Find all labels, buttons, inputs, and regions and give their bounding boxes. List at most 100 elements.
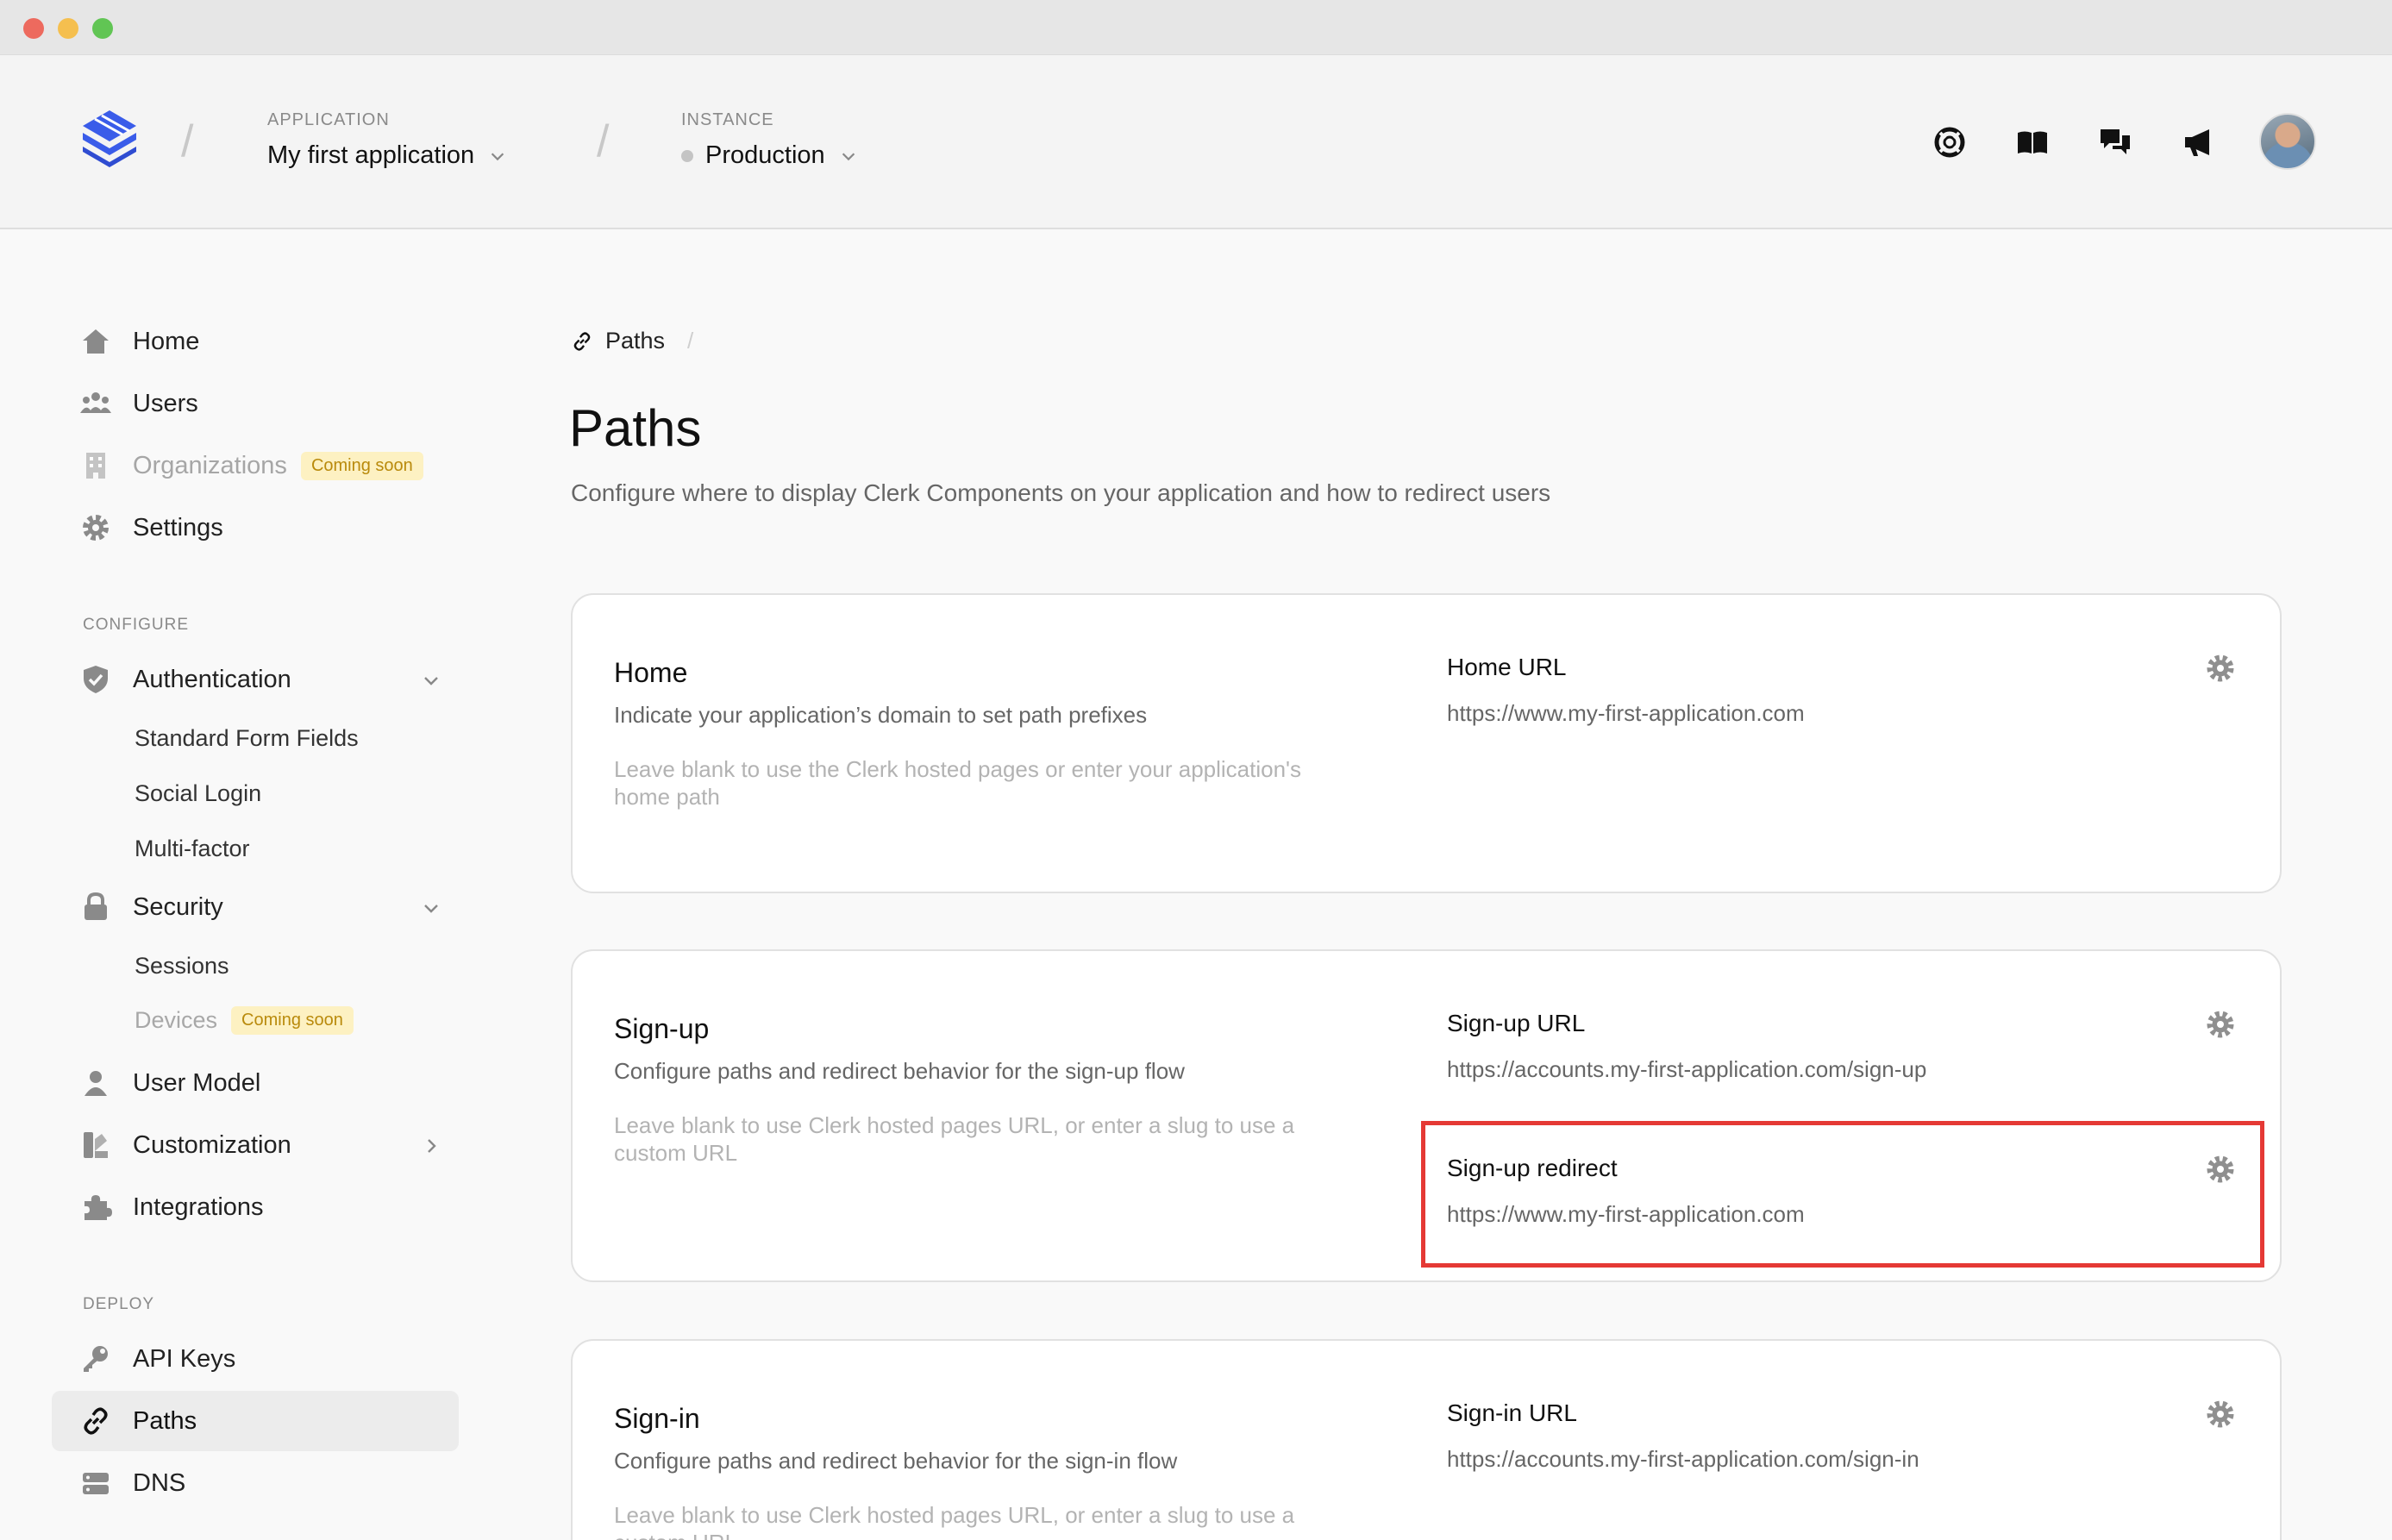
chat-bubbles-icon[interactable] <box>2097 124 2133 160</box>
puzzle-icon <box>79 1191 112 1224</box>
user-icon <box>79 1067 112 1099</box>
sidebar-item-home[interactable]: Home <box>52 311 459 372</box>
breadcrumb-separator: / <box>687 328 694 354</box>
key-icon <box>79 1343 112 1375</box>
sign-in-url-label: Sign-in URL <box>1447 1399 1577 1426</box>
sign-up-paths-card: Sign-up Configure paths and redirect beh… <box>571 949 2282 1282</box>
application-switcher[interactable]: APPLICATION My first application <box>267 110 507 170</box>
server-icon <box>79 1467 112 1499</box>
chevron-down-icon <box>424 905 438 913</box>
close-window-button[interactable] <box>23 18 44 39</box>
users-icon <box>79 387 112 420</box>
clerk-logo-icon[interactable] <box>79 107 140 167</box>
application-kicker: APPLICATION <box>267 110 390 129</box>
header-separator: / <box>181 116 194 166</box>
instance-switcher[interactable]: INSTANCE Production <box>681 110 858 170</box>
sidebar-item-label: Paths <box>133 1406 197 1435</box>
sidebar-subitem-standard-form-fields[interactable]: Standard Form Fields <box>135 725 359 752</box>
application-name: My first application <box>267 141 475 169</box>
sidebar-item-label: Integrations <box>133 1193 264 1221</box>
sidebar-item-organizations: Organizations Coming soon <box>52 435 459 496</box>
building-icon <box>79 449 112 482</box>
card-description: Indicate your application’s domain to se… <box>614 702 1148 728</box>
sidebar-item-label: DNS <box>133 1468 186 1497</box>
sign-up-url-label: Sign-up URL <box>1447 1010 1586 1036</box>
sidebar-item-label: Organizations <box>133 451 287 479</box>
chevron-right-icon <box>428 1139 436 1153</box>
sidebar-subitem-multi-factor[interactable]: Multi-factor <box>135 836 250 862</box>
maximize-window-button[interactable] <box>92 18 113 39</box>
breadcrumb-item-paths[interactable]: Paths <box>605 328 665 354</box>
card-hint: Leave blank to use Clerk hosted pages UR… <box>614 1502 1295 1540</box>
sidebar-item-label: Home <box>133 327 200 355</box>
home-url-label: Home URL <box>1447 654 1567 680</box>
breadcrumb: Paths / <box>571 328 693 354</box>
chevron-down-icon <box>491 152 504 160</box>
link-icon <box>573 331 591 351</box>
link-icon <box>79 1405 112 1437</box>
sidebar-subitem-devices: Devices Coming soon <box>135 1006 354 1035</box>
instance-status-dot <box>681 149 693 162</box>
sign-up-redirect-settings-gear-icon[interactable] <box>2206 1155 2235 1184</box>
sign-in-url-settings-gear-icon[interactable] <box>2206 1399 2235 1429</box>
card-title: Sign-in <box>614 1403 700 1434</box>
card-hint: Leave blank to use the Clerk hosted page… <box>614 756 1302 810</box>
shield-check-icon <box>79 663 112 696</box>
card-description: Configure paths and redirect behavior fo… <box>614 1448 1178 1474</box>
minimize-window-button[interactable] <box>58 18 78 39</box>
card-description: Configure paths and redirect behavior fo… <box>614 1058 1185 1084</box>
sidebar-item-paths[interactable]: Paths <box>52 1391 459 1451</box>
help-lifebuoy-icon[interactable] <box>1932 124 1968 160</box>
sidebar-item-settings[interactable]: Settings <box>52 498 459 558</box>
sidebar-item-customization[interactable]: Customization <box>52 1115 459 1175</box>
home-icon <box>79 325 112 358</box>
home-url-settings-gear-icon[interactable] <box>2206 654 2235 683</box>
deploy-section-label: DEPLOY <box>83 1295 155 1313</box>
sidebar-item-label: User Model <box>133 1068 261 1097</box>
sign-up-redirect-value: https://www.my-first-application.com <box>1447 1201 1805 1227</box>
sidebar-item-label: Users <box>133 389 198 417</box>
card-title: Home <box>614 657 688 688</box>
megaphone-icon[interactable] <box>2180 124 2216 160</box>
sign-in-paths-card: Sign-in Configure paths and redirect beh… <box>571 1339 2282 1540</box>
sidebar-item-user-model[interactable]: User Model <box>52 1053 459 1113</box>
instance-kicker: INSTANCE <box>681 110 774 129</box>
coming-soon-badge: Coming soon <box>231 1006 354 1035</box>
home-url-value: https://www.my-first-application.com <box>1447 700 1805 726</box>
chevron-down-icon <box>424 677 438 685</box>
sidebar-subitem-sessions[interactable]: Sessions <box>135 953 229 980</box>
page-title: Paths <box>569 399 702 457</box>
window-titlebar <box>0 0 2392 55</box>
sign-up-redirect-label: Sign-up redirect <box>1447 1155 1618 1181</box>
card-hint: Leave blank to use Clerk hosted pages UR… <box>614 1112 1295 1166</box>
sign-up-url-settings-gear-icon[interactable] <box>2206 1010 2235 1039</box>
sidebar-item-label: API Keys <box>133 1344 236 1373</box>
color-swatch-icon <box>79 1129 112 1161</box>
header-separator: / <box>597 116 610 166</box>
sidebar-item-security[interactable]: Security <box>52 877 459 937</box>
chevron-down-icon <box>842 152 855 160</box>
docs-book-icon[interactable] <box>2014 124 2051 160</box>
sidebar-subitem-label: Devices <box>135 1007 218 1033</box>
user-avatar[interactable] <box>2259 113 2316 170</box>
sidebar-item-label: Authentication <box>133 665 291 693</box>
configure-section-label: CONFIGURE <box>83 616 189 634</box>
lock-icon <box>79 891 112 923</box>
sign-up-url-value: https://accounts.my-first-application.co… <box>1447 1056 1927 1082</box>
sidebar-item-integrations[interactable]: Integrations <box>52 1177 459 1237</box>
sign-in-url-value: https://accounts.my-first-application.co… <box>1447 1446 1919 1472</box>
gear-icon <box>79 511 112 544</box>
page-description: Configure where to display Clerk Compone… <box>571 479 1551 506</box>
sidebar-item-authentication[interactable]: Authentication <box>52 649 459 710</box>
sidebar-item-label: Security <box>133 892 223 921</box>
top-header: / APPLICATION My first application / INS… <box>0 55 2392 229</box>
sidebar-item-api-keys[interactable]: API Keys <box>52 1329 459 1389</box>
sidebar-subitem-social-login[interactable]: Social Login <box>135 780 261 807</box>
card-title: Sign-up <box>614 1013 710 1044</box>
sidebar-item-label: Customization <box>133 1130 291 1159</box>
coming-soon-badge: Coming soon <box>300 451 423 480</box>
instance-name: Production <box>705 141 825 169</box>
home-paths-card: Home Indicate your application’s domain … <box>571 593 2282 893</box>
sidebar-item-dns[interactable]: DNS <box>52 1453 459 1513</box>
sidebar-item-users[interactable]: Users <box>52 373 459 434</box>
